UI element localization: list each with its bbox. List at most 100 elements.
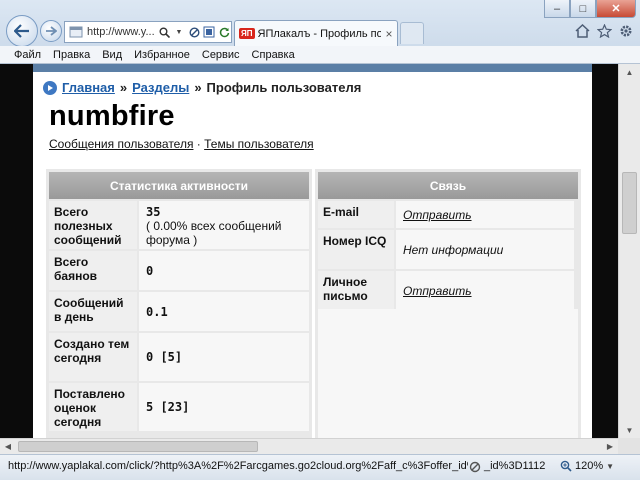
zoom-level: 120%	[575, 460, 604, 472]
toolbar-icons	[574, 23, 634, 39]
new-tab-button[interactable]	[400, 22, 424, 44]
blocked-icon	[468, 460, 482, 474]
breadcrumb-sections-link[interactable]: Разделы	[132, 80, 189, 95]
close-window-button[interactable]: ✕	[596, 0, 636, 18]
search-icon[interactable]	[157, 24, 171, 40]
browser-toolbar: http://www.y... ▼ ЯП ЯПлакалъ - Профиль …	[0, 0, 640, 64]
row-value: Нет информации	[396, 230, 574, 269]
row-value: 5 [23]	[139, 383, 309, 431]
scrollbar-corner	[618, 438, 640, 454]
scroll-up-icon[interactable]: ▲	[619, 64, 640, 80]
menu-favorites[interactable]: Избранное	[128, 49, 196, 61]
table-row: Личное письмо Отправить	[318, 271, 578, 310]
minimize-button[interactable]: –	[544, 0, 570, 18]
address-bar[interactable]: http://www.y... ▼	[64, 21, 232, 43]
user-messages-link[interactable]: Сообщения пользователя	[49, 137, 193, 151]
zoom-control[interactable]: 120% ▼	[560, 460, 614, 472]
page-content: Главная » Разделы » Профиль пользователя…	[33, 72, 592, 438]
menu-tools[interactable]: Сервис	[196, 49, 246, 61]
row-value: 35 ( 0.00% всех сообщений форума )	[139, 201, 309, 249]
row-value: 0.1	[139, 292, 309, 331]
useful-posts-note: ( 0.00% всех сообщений форума )	[146, 219, 282, 247]
breadcrumb-home-link[interactable]: Главная	[62, 80, 115, 95]
row-label: Поставлено оценок сегодня	[49, 383, 137, 431]
row-label: E-mail	[318, 201, 394, 228]
contact-table-empty-area	[318, 309, 578, 438]
activity-stats-table: Статистика активности Всего полезных соо…	[46, 169, 312, 438]
breadcrumb-separator: »	[194, 80, 202, 95]
user-links: Сообщения пользователя · Темы пользовате…	[49, 137, 314, 151]
menu-view[interactable]: Вид	[96, 49, 128, 61]
home-icon[interactable]	[574, 23, 590, 39]
page-favicon-icon	[68, 24, 84, 40]
table-row: Всего баянов 0	[49, 251, 309, 290]
link-separator: ·	[196, 137, 201, 151]
useful-posts-count: 35	[146, 205, 161, 219]
stats-header: Статистика активности	[49, 172, 309, 199]
table-row: Номер ICQ Нет информации	[318, 230, 578, 269]
tab-close-icon[interactable]: ×	[381, 27, 397, 41]
row-value: Отправить	[396, 271, 574, 310]
menu-file[interactable]: Файл	[8, 49, 47, 61]
table-row: Создано тем сегодня 0 [5]	[49, 333, 309, 381]
tab-title: ЯПлакалъ - Профиль пол...	[257, 27, 382, 40]
forward-button[interactable]	[40, 20, 62, 42]
stop-icon[interactable]	[187, 24, 201, 40]
vertical-scroll-thumb[interactable]	[622, 172, 637, 234]
maximize-button[interactable]: □	[570, 0, 596, 18]
page-top-strip	[33, 64, 592, 72]
window-controls: – □ ✕	[544, 0, 636, 18]
status-url: http://www.yaplakal.com/click/?http%3A%2…	[8, 460, 468, 472]
row-value: 0 [5]	[139, 333, 309, 381]
star-icon[interactable]	[596, 23, 612, 39]
vertical-scrollbar[interactable]: ▲ ▼	[618, 64, 640, 438]
private-message-send-link[interactable]: Отправить	[403, 284, 472, 298]
page-side-background	[0, 64, 33, 438]
page-viewport: Главная » Разделы » Профиль пользователя…	[0, 64, 640, 438]
zoom-icon	[560, 460, 572, 472]
tab-favicon: ЯП	[239, 28, 255, 39]
dropdown-arrow-icon[interactable]: ▼	[172, 24, 186, 40]
address-url[interactable]: http://www.y...	[87, 26, 157, 38]
menu-bar: Файл Правка Вид Избранное Сервис Справка	[0, 46, 640, 64]
refresh-icon[interactable]	[217, 24, 231, 40]
table-row: E-mail Отправить	[318, 201, 578, 228]
user-topics-link[interactable]: Темы пользователя	[204, 137, 314, 151]
compatibility-view-icon[interactable]	[202, 24, 216, 40]
row-label: Создано тем сегодня	[49, 333, 137, 381]
row-value: Отправить	[396, 201, 574, 228]
menu-help[interactable]: Справка	[246, 49, 301, 61]
breadcrumb: Главная » Разделы » Профиль пользователя	[43, 80, 361, 95]
scroll-left-icon[interactable]: ◀	[0, 439, 16, 454]
status-bar: http://www.yaplakal.com/click/?http%3A%2…	[0, 454, 640, 480]
browser-tab[interactable]: ЯП ЯПлакалъ - Профиль пол... ×	[234, 20, 398, 46]
row-label: Сообщений в день	[49, 292, 137, 331]
back-button[interactable]	[6, 15, 38, 47]
status-url-tail: _id%3D1112	[484, 460, 546, 472]
row-label: Номер ICQ	[318, 230, 394, 269]
scroll-right-icon[interactable]: ▶	[602, 439, 618, 454]
page-title: numbfire	[49, 100, 175, 132]
contact-table: Связь E-mail Отправить Номер ICQ Нет инф…	[315, 169, 581, 438]
breadcrumb-arrow-icon	[43, 80, 57, 95]
table-row: Всего полезных сообщений 35 ( 0.00% всех…	[49, 201, 309, 249]
email-send-link[interactable]: Отправить	[403, 208, 472, 222]
table-row: Сообщений в день 0.1	[49, 292, 309, 331]
row-value: 0	[139, 251, 309, 290]
row-label: Всего баянов	[49, 251, 137, 290]
horizontal-scrollbar[interactable]: ◀ ▶	[0, 438, 618, 454]
chevron-down-icon[interactable]: ▼	[606, 462, 614, 471]
row-label: Личное письмо	[318, 271, 394, 310]
horizontal-scroll-thumb[interactable]	[18, 441, 258, 452]
page-side-background	[592, 64, 618, 438]
gear-icon[interactable]	[618, 23, 634, 39]
scroll-down-icon[interactable]: ▼	[619, 422, 640, 438]
forward-arrow-icon	[46, 26, 57, 36]
contact-header: Связь	[318, 172, 578, 199]
menu-edit[interactable]: Правка	[47, 49, 96, 61]
row-label: Всего полезных сообщений	[49, 201, 137, 249]
back-arrow-icon	[14, 24, 29, 38]
breadcrumb-separator: »	[119, 80, 128, 95]
breadcrumb-current: Профиль пользователя	[206, 80, 362, 95]
table-row: Поставлено оценок сегодня 5 [23]	[49, 383, 309, 431]
